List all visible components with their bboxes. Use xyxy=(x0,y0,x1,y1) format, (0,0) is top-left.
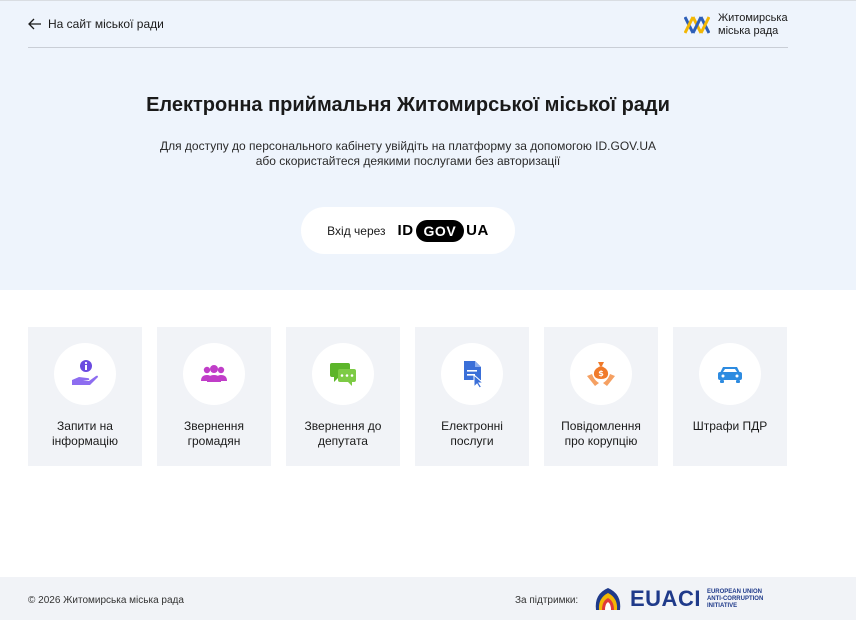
service-label: Повідомлення про корупцію xyxy=(548,419,654,449)
service-card-info-requests[interactable]: Запити на інформацію xyxy=(28,327,142,466)
euaci-sub-line-2: ANTI-CORRUPTION xyxy=(706,595,764,602)
brand-name: Житомирська міська рада xyxy=(718,12,798,38)
service-label-line-1: Звернення xyxy=(184,419,244,433)
support-label: За підтримки: xyxy=(515,595,579,606)
brand-line-2: міська рада xyxy=(718,25,779,37)
page-title: Електронна приймальня Житомирської міськ… xyxy=(146,94,670,116)
service-label-line-2: інформацію xyxy=(52,434,118,448)
chat-icon xyxy=(330,363,356,386)
euaci-emblem-icon xyxy=(595,588,621,610)
money-bag-hand-icon: $ xyxy=(587,362,615,386)
subtitle-line-1: Для доступу до персонального кабінету ув… xyxy=(159,139,657,153)
service-card-deputy-appeals[interactable]: Звернення до депутата xyxy=(286,327,400,466)
people-icon xyxy=(201,365,227,382)
service-label-line-1: Звернення до xyxy=(304,419,382,433)
euaci-wordmark: EUACI xyxy=(630,586,701,611)
service-label-line-1: Запити на xyxy=(57,419,113,433)
idgov-gov: GOV xyxy=(415,219,465,242)
service-label-line-2: послуги xyxy=(450,434,494,448)
euaci-subtitle: EUROPEAN UNION ANTI-CORRUPTION INITIATIV… xyxy=(707,589,767,610)
service-icon-circle: $ xyxy=(570,343,632,405)
service-label: Звернення до депутата xyxy=(290,419,396,449)
hero-section: На сайт міської ради Житомирська міська … xyxy=(0,0,856,290)
hand-info-icon xyxy=(72,360,98,385)
service-icon-circle xyxy=(699,343,761,405)
city-council-logo xyxy=(684,16,710,34)
idgov-ua: UA xyxy=(466,222,489,239)
service-icon-circle xyxy=(54,343,116,405)
euaci-sub-line-3: INITIATIVE xyxy=(706,602,738,609)
service-label-line-1: Електронні xyxy=(441,419,503,433)
service-label-line-2: громадян xyxy=(187,434,241,448)
car-icon xyxy=(718,367,742,383)
page-subtitle: Для доступу до персонального кабінету ув… xyxy=(0,139,816,169)
service-label-line-2: депутата xyxy=(318,434,368,448)
svg-text:$: $ xyxy=(598,369,604,378)
service-label: Запити на інформацію xyxy=(32,419,138,449)
header-divider xyxy=(28,47,788,48)
service-icon-circle xyxy=(312,343,374,405)
service-card-electronic-services[interactable]: Електронні послуги xyxy=(415,327,529,466)
login-label: Вхід через xyxy=(327,223,386,238)
services-grid: Запити на інформацію Звернення громадян xyxy=(28,327,787,466)
back-link-label: На сайт міської ради xyxy=(48,17,164,31)
service-label: Штрафи ПДР xyxy=(677,419,783,434)
service-label-line-1: Повідомлення xyxy=(561,419,641,433)
service-label-line-2: про корупцію xyxy=(564,434,638,448)
service-card-corruption-report[interactable]: $ Повідомлення про корупцію xyxy=(544,327,658,466)
brand-line-1: Житомирська xyxy=(718,12,788,24)
euaci-logo[interactable]: EUACI EUROPEAN UNION ANTI-CORRUPTION INI… xyxy=(592,584,767,614)
idgov-id: ID xyxy=(397,222,414,239)
idgov-login-button[interactable]: Вхід через ID GOV UA xyxy=(301,207,515,254)
city-council-brand[interactable]: Житомирська міська рада xyxy=(684,12,798,38)
service-icon-circle xyxy=(183,343,245,405)
service-card-traffic-fines[interactable]: Штрафи ПДР xyxy=(673,327,787,466)
service-card-citizen-appeals[interactable]: Звернення громадян xyxy=(157,327,271,466)
subtitle-line-2: або скористайтеся деякими послугами без … xyxy=(255,154,561,168)
service-label: Електронні послуги xyxy=(419,419,525,449)
euaci-sub-line-1: EUROPEAN UNION xyxy=(706,588,762,595)
idgov-logo: ID GOV UA xyxy=(397,219,489,242)
copyright-text: © 2026 Житомирська міська рада xyxy=(28,595,184,606)
service-label-line-1: Штрафи ПДР xyxy=(692,419,768,433)
footer: © 2026 Житомирська міська рада За підтри… xyxy=(0,577,856,620)
service-label: Звернення громадян xyxy=(161,419,267,449)
arrow-left-icon xyxy=(28,18,41,30)
service-icon-circle xyxy=(441,343,503,405)
document-cursor-icon xyxy=(464,361,485,389)
back-to-council-site-link[interactable]: На сайт міської ради xyxy=(28,17,164,31)
